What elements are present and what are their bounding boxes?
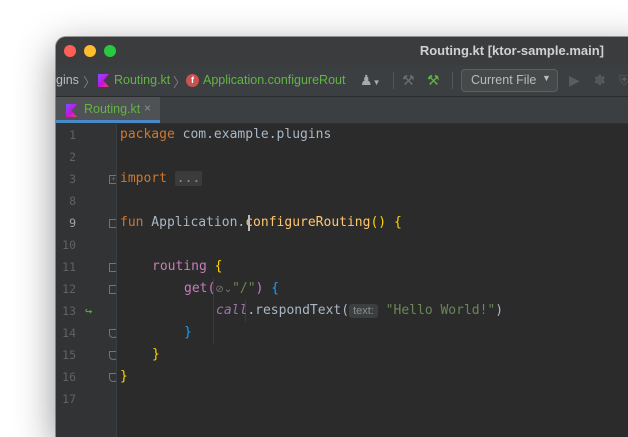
line-number: 2	[69, 150, 76, 164]
title-bar: Routing.kt [ktor-sample.main]	[56, 37, 628, 65]
code-line-16: }	[120, 366, 128, 388]
line-number-current: 9	[69, 216, 76, 230]
parameter-hint: text:	[349, 304, 378, 318]
ide-window: Routing.kt [ktor-sample.main] gins 〉 Rou…	[56, 37, 628, 437]
breadcrumb-separator-icon: 〉	[83, 75, 97, 90]
close-paren: )	[495, 303, 504, 318]
collapsed-imports[interactable]: ...	[174, 171, 203, 186]
endpoint-route-icon[interactable]: ↪	[85, 300, 92, 322]
kotlin-file-icon	[66, 104, 77, 117]
breadcrumb-separator-icon: 〉	[173, 75, 187, 90]
line-number: 12	[62, 282, 76, 296]
keyword: package	[120, 127, 175, 142]
line-number: 14	[62, 326, 76, 340]
code-line-1: package com.example.plugins	[120, 124, 331, 146]
close-brace: }	[152, 347, 160, 362]
url-inlay-hint-icon[interactable]: ⊘⌄	[215, 284, 232, 295]
get-call: get	[184, 281, 208, 296]
editor-tab-bar: Routing.kt ×	[56, 97, 628, 124]
zoom-window-button[interactable]	[104, 45, 116, 57]
toolbar-divider	[452, 72, 453, 89]
code-line-11: routing {	[152, 256, 222, 278]
open-brace: {	[386, 215, 402, 230]
tab-routing-kt[interactable]: Routing.kt ×	[56, 97, 160, 123]
line-number: 1	[69, 128, 76, 142]
toolbar-divider	[393, 72, 394, 89]
function-name: configureRouting	[245, 215, 371, 230]
string-literal: "Hello World!"	[377, 303, 496, 318]
routing-call: routing	[152, 259, 207, 274]
breadcrumb-file[interactable]: Routing.kt	[114, 73, 170, 87]
run-icon[interactable]: ▶	[569, 72, 580, 88]
close-brace: }	[120, 369, 128, 384]
line-number: 16	[62, 370, 76, 384]
navigation-bar: gins 〉 Routing.kt 〉 f Application.config…	[56, 65, 628, 97]
close-tab-icon[interactable]: ×	[144, 101, 151, 115]
close-brace: }	[184, 325, 192, 340]
open-brace: {	[263, 281, 280, 296]
breadcrumb-function[interactable]: Application.configureRout	[203, 73, 345, 87]
package-name: com.example.plugins	[174, 127, 332, 142]
method-call: .respondText(	[247, 303, 350, 318]
receiver-type: Application.	[143, 215, 246, 230]
chevron-down-icon: ▼	[542, 73, 551, 83]
code-editor[interactable]: package com.example.plugins import ... f…	[117, 124, 628, 437]
code-line-14: }	[184, 322, 192, 344]
code-line-9: fun Application.configureRouting() {	[120, 212, 402, 234]
line-number: 15	[62, 348, 76, 362]
minimize-window-button[interactable]	[84, 45, 96, 57]
parens: ()	[370, 215, 387, 230]
keyword: fun	[120, 215, 144, 230]
line-number: 17	[62, 392, 76, 406]
active-tab-indicator	[56, 120, 160, 123]
line-number: 11	[62, 260, 76, 274]
coverage-icon[interactable]: ⛨	[619, 72, 628, 88]
run-configuration-label: Current File	[471, 73, 537, 87]
open-brace: {	[206, 259, 223, 274]
keyword: import	[120, 171, 167, 186]
kotlin-file-icon	[98, 74, 109, 87]
string-literal: "/"	[232, 281, 256, 296]
text-caret	[248, 215, 250, 231]
user-menu-icon[interactable]: ♟▼	[360, 72, 380, 91]
code-line-15: }	[152, 344, 160, 366]
close-window-button[interactable]	[64, 45, 76, 57]
line-number: 8	[69, 194, 76, 208]
call-property: call	[216, 303, 248, 318]
editor-gutter: 1 2 3 8 9 10 11 12 13 14 15 16 17 ↪ +	[56, 124, 118, 437]
tab-label: Routing.kt	[84, 102, 141, 116]
code-line-12: get(⊘⌄"/") {	[184, 278, 279, 300]
function-icon: f	[186, 74, 199, 87]
build-hammer-icon[interactable]: ⚒	[427, 72, 440, 88]
line-number: 10	[62, 238, 76, 252]
breadcrumb-package[interactable]: gins	[56, 73, 79, 87]
code-line-13: call.respondText(text: "Hello World!")	[216, 300, 503, 322]
code-line-3: import ...	[120, 168, 203, 190]
line-number: 13	[62, 304, 76, 318]
window-title: Routing.kt [ktor-sample.main]	[419, 43, 604, 58]
debug-icon[interactable]: ✽	[594, 72, 606, 88]
line-number: 3	[69, 172, 76, 186]
run-configuration-select[interactable]: Current File ▼	[461, 69, 558, 92]
hammer-disabled-icon: ⚒	[402, 72, 415, 88]
